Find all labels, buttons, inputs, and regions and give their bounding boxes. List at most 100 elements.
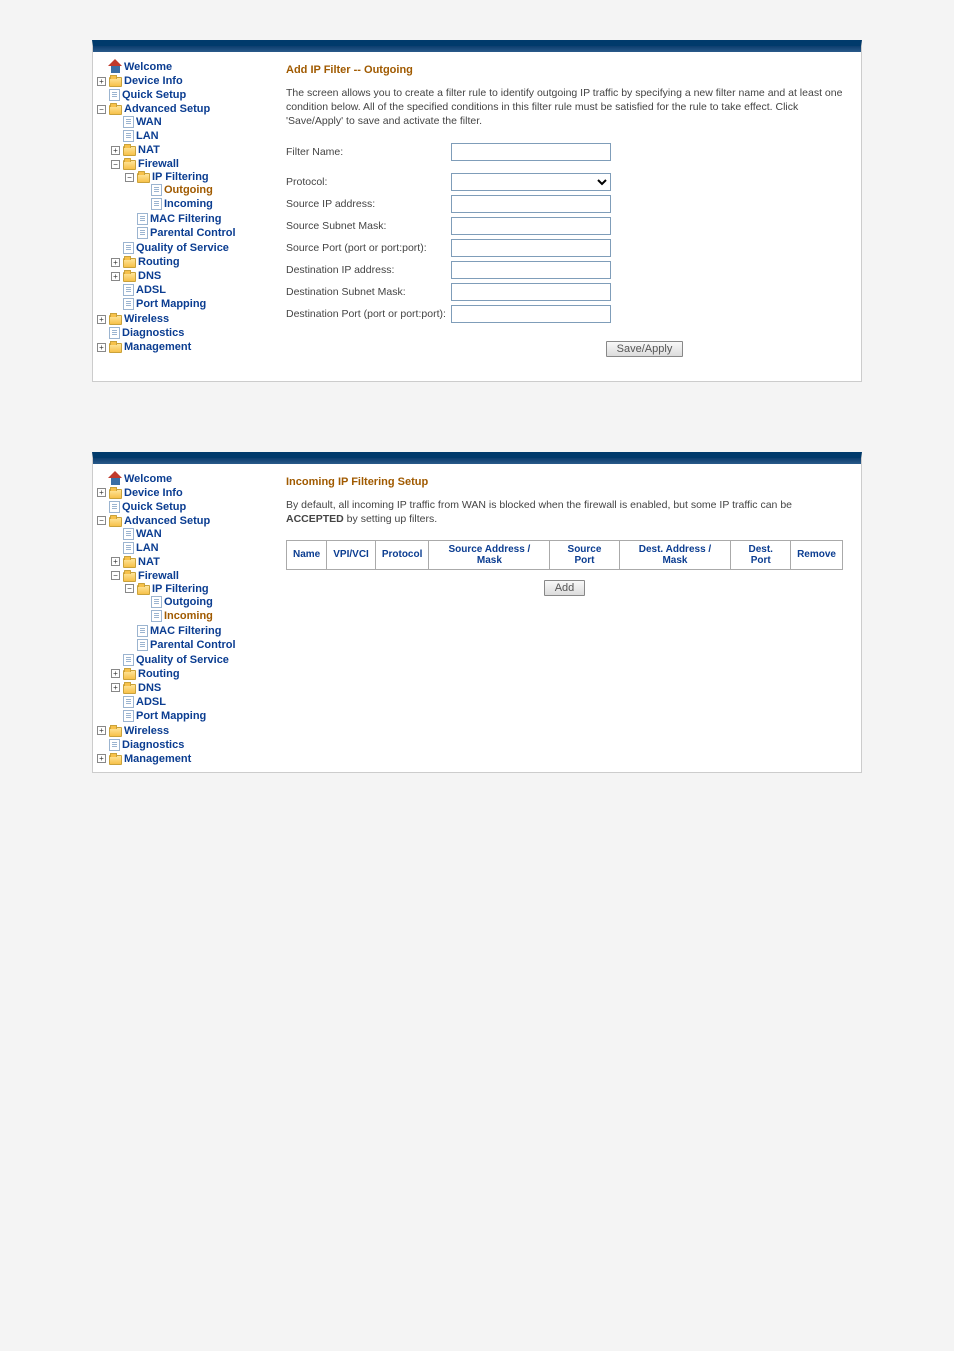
nav-welcome[interactable]: Welcome xyxy=(124,473,172,485)
collapse-icon[interactable]: − xyxy=(97,516,106,525)
input-dst-mask[interactable] xyxy=(451,283,611,301)
nav-parental-control[interactable]: Parental Control xyxy=(150,227,236,239)
nav-wan[interactable]: WAN xyxy=(136,528,162,540)
nav-firewall[interactable]: Firewall xyxy=(138,158,179,170)
expand-icon[interactable]: + xyxy=(97,488,106,497)
nav-device-info[interactable]: Device Info xyxy=(124,487,183,499)
label-src-ip: Source IP address: xyxy=(286,198,451,210)
page-icon xyxy=(123,710,134,722)
nav-qos[interactable]: Quality of Service xyxy=(136,242,229,254)
input-filter-name[interactable] xyxy=(451,143,611,161)
nav-quick-setup[interactable]: Quick Setup xyxy=(122,89,186,101)
nav-management[interactable]: Management xyxy=(124,753,191,765)
nav-dns[interactable]: DNS xyxy=(138,682,161,694)
expand-icon[interactable]: + xyxy=(111,683,120,692)
nav-adsl[interactable]: ADSL xyxy=(136,696,166,708)
sidebar-nav: Welcome + Device Info Quick Setup − Advanc… xyxy=(93,54,268,381)
nav-mac-filtering[interactable]: MAC Filtering xyxy=(150,213,222,225)
nav-wireless[interactable]: Wireless xyxy=(124,313,169,325)
select-protocol[interactable] xyxy=(451,173,611,191)
folder-open-icon xyxy=(123,572,136,582)
router-page-incoming-filter: Welcome + Device Info Quick Setup − Advanc… xyxy=(92,452,862,773)
expand-icon[interactable]: + xyxy=(97,343,106,352)
sidebar-nav: Welcome + Device Info Quick Setup − Advanc… xyxy=(93,466,268,772)
expand-icon[interactable]: + xyxy=(111,258,120,267)
nav-diagnostics[interactable]: Diagnostics xyxy=(122,327,184,339)
nav-diagnostics[interactable]: Diagnostics xyxy=(122,739,184,751)
nav-quick-setup[interactable]: Quick Setup xyxy=(122,501,186,513)
nav-wan[interactable]: WAN xyxy=(136,116,162,128)
page-icon xyxy=(123,542,134,554)
nav-ip-filtering[interactable]: IP Filtering xyxy=(152,171,209,183)
page-icon xyxy=(151,198,162,210)
nav-management[interactable]: Management xyxy=(124,341,191,353)
nav-routing[interactable]: Routing xyxy=(138,256,180,268)
nav-qos[interactable]: Quality of Service xyxy=(136,654,229,666)
page-icon xyxy=(151,610,162,622)
folder-icon xyxy=(109,727,122,737)
expand-icon[interactable]: + xyxy=(111,557,120,566)
input-dst-ip[interactable] xyxy=(451,261,611,279)
nav-device-info[interactable]: Device Info xyxy=(124,75,183,87)
input-dst-port[interactable] xyxy=(451,305,611,323)
label-src-port: Source Port (port or port:port): xyxy=(286,242,451,254)
nav-nat[interactable]: NAT xyxy=(138,556,160,568)
nav-nat[interactable]: NAT xyxy=(138,144,160,156)
col-src-port: Source Port xyxy=(550,540,619,569)
expand-icon[interactable]: + xyxy=(111,272,120,281)
label-dst-mask: Destination Subnet Mask: xyxy=(286,286,451,298)
nav-incoming[interactable]: Incoming xyxy=(164,198,213,210)
collapse-icon[interactable]: − xyxy=(97,105,106,114)
page-icon xyxy=(123,298,134,310)
folder-icon xyxy=(123,146,136,156)
nav-welcome[interactable]: Welcome xyxy=(124,61,172,73)
expand-icon[interactable]: + xyxy=(111,146,120,155)
nav-parental-control[interactable]: Parental Control xyxy=(150,639,236,651)
collapse-icon[interactable]: − xyxy=(125,173,134,182)
nav-ip-filtering[interactable]: IP Filtering xyxy=(152,583,209,595)
nav-adsl[interactable]: ADSL xyxy=(136,284,166,296)
input-src-mask[interactable] xyxy=(451,217,611,235)
page-icon xyxy=(109,89,120,101)
collapse-icon[interactable]: − xyxy=(125,584,134,593)
col-remove: Remove xyxy=(791,540,843,569)
nav-advanced-setup[interactable]: Advanced Setup xyxy=(124,515,210,527)
expand-icon[interactable]: + xyxy=(97,77,106,86)
nav-lan[interactable]: LAN xyxy=(136,542,159,554)
collapse-icon[interactable]: − xyxy=(111,571,120,580)
expand-icon[interactable]: + xyxy=(97,754,106,763)
save-apply-button[interactable]: Save/Apply xyxy=(606,341,684,357)
expand-icon[interactable]: + xyxy=(97,726,106,735)
collapse-icon[interactable]: − xyxy=(111,160,120,169)
nav-outgoing[interactable]: Outgoing xyxy=(164,184,213,196)
nav-wireless[interactable]: Wireless xyxy=(124,725,169,737)
nav-routing[interactable]: Routing xyxy=(138,668,180,680)
page-icon xyxy=(109,501,120,513)
col-dst-port: Dest. Port xyxy=(731,540,791,569)
nav-outgoing[interactable]: Outgoing xyxy=(164,596,213,608)
folder-icon xyxy=(123,258,136,268)
desc-bold: ACCEPTED xyxy=(286,513,344,525)
home-icon xyxy=(109,61,122,73)
add-button[interactable]: Add xyxy=(544,580,586,596)
nav-port-mapping[interactable]: Port Mapping xyxy=(136,710,206,722)
folder-icon xyxy=(109,343,122,353)
expand-icon[interactable]: + xyxy=(97,315,106,324)
nav-tree: Welcome + Device Info Quick Setup − Advanc… xyxy=(97,472,264,766)
page-description: The screen allows you to create a filter… xyxy=(286,86,843,129)
nav-port-mapping[interactable]: Port Mapping xyxy=(136,298,206,310)
main-content: Add IP Filter -- Outgoing The screen all… xyxy=(268,54,861,381)
folder-icon xyxy=(109,315,122,325)
input-src-ip[interactable] xyxy=(451,195,611,213)
input-src-port[interactable] xyxy=(451,239,611,257)
nav-incoming[interactable]: Incoming xyxy=(164,610,213,622)
nav-lan[interactable]: LAN xyxy=(136,130,159,142)
page-title: Add IP Filter -- Outgoing xyxy=(286,64,843,76)
nav-mac-filtering[interactable]: MAC Filtering xyxy=(150,625,222,637)
nav-advanced-setup[interactable]: Advanced Setup xyxy=(124,103,210,115)
page-icon xyxy=(123,284,134,296)
nav-firewall[interactable]: Firewall xyxy=(138,570,179,582)
expand-icon[interactable]: + xyxy=(111,669,120,678)
col-vpivci: VPI/VCI xyxy=(327,540,376,569)
nav-dns[interactable]: DNS xyxy=(138,270,161,282)
